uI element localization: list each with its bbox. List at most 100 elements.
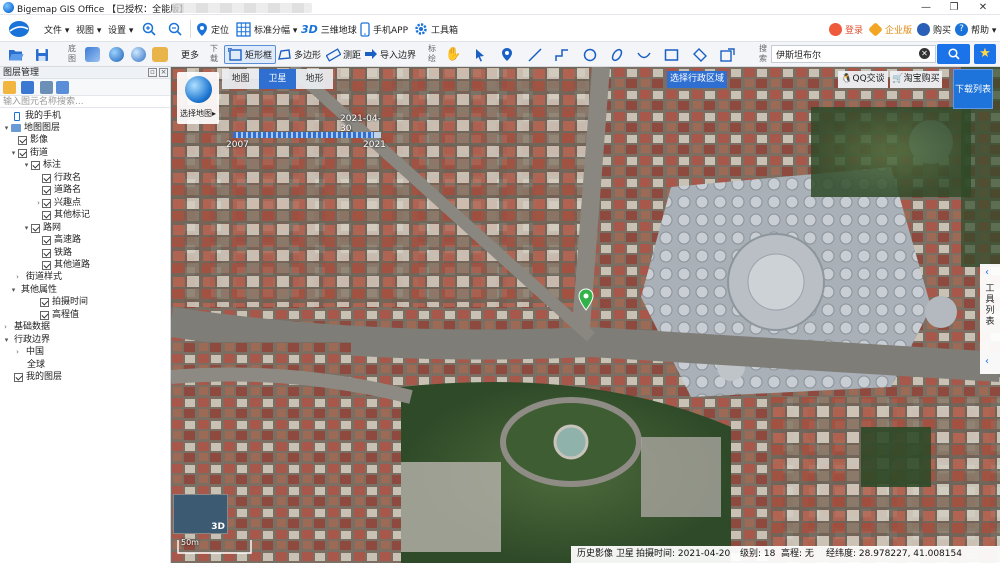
tree-item-street[interactable]: ▾ 街道 [9, 147, 179, 159]
tree-item-my-layers[interactable]: 我的图层 [14, 371, 184, 383]
pointer-tool[interactable] [474, 45, 486, 64]
clear-search-icon[interactable]: ✕ [919, 48, 930, 59]
select-region-button[interactable]: 选择行政区域 [667, 71, 727, 88]
chevron-left-icon[interactable]: ‹ [985, 267, 989, 278]
menu-settings[interactable]: 设置 ▾ [108, 19, 133, 39]
tree-item-other-attributes[interactable]: ▾ 其他属性 [9, 284, 179, 296]
tab-map[interactable]: 地图 [222, 69, 259, 89]
search-button[interactable] [937, 44, 970, 64]
checkbox-street[interactable] [18, 148, 27, 158]
menu-view[interactable]: 视图 ▾ [76, 19, 101, 39]
help-button[interactable]: ? 帮助 ▾ [955, 19, 996, 39]
expand-arrow-icon[interactable]: ▾ [22, 159, 31, 171]
edit-tool[interactable] [720, 45, 735, 64]
zoom-out-button[interactable] [168, 19, 182, 39]
basemap-tool-4[interactable] [152, 45, 168, 64]
standard-sheet-button[interactable]: 标准分幅 ▾ [236, 19, 297, 39]
login-button[interactable]: 登录 [829, 19, 863, 39]
expand-arrow-icon[interactable]: ▾ [9, 147, 18, 159]
download-list-button[interactable]: 下载列表 [953, 69, 993, 109]
tree-item-annotation[interactable]: ▾ 标注 [22, 159, 192, 171]
checkbox-road-names[interactable] [42, 185, 51, 195]
home-logo-button[interactable] [8, 19, 30, 39]
tree-item-base-data[interactable]: › 基础数据 [2, 321, 172, 333]
tree-item-imagery[interactable]: 影像 [18, 134, 188, 146]
checkbox-road-network[interactable] [31, 223, 40, 233]
search-input[interactable]: 伊斯坦布尔 [771, 45, 936, 63]
checkbox-shot-time[interactable] [40, 297, 49, 307]
map-marker-pin-icon[interactable] [578, 288, 594, 315]
polyline-tool[interactable] [555, 45, 569, 64]
pan-hand-tool[interactable]: ✋ [445, 45, 461, 64]
checkbox-railway[interactable] [42, 248, 51, 258]
minimize-button[interactable]: — [911, 0, 941, 15]
tree-item-map-layers[interactable]: ▾ 地图图层 [2, 122, 172, 134]
open-folder-button[interactable] [8, 45, 24, 64]
zoom-in-button[interactable] [142, 19, 156, 39]
checkbox-annotation[interactable] [31, 160, 40, 170]
basemap-tool-1[interactable] [85, 45, 100, 64]
more-button[interactable]: 更多 [181, 45, 199, 64]
circle-tool[interactable] [583, 45, 597, 64]
tree-item-road-network[interactable]: ▾ 路网 [22, 222, 192, 234]
polygon-button[interactable]: 多边形 [277, 45, 321, 64]
toolbox-button[interactable]: 工具箱 [414, 19, 458, 39]
checkbox-my-layers[interactable] [14, 372, 23, 382]
checkbox-admin-names[interactable] [42, 173, 51, 183]
enterprise-button[interactable]: 企业版 [868, 19, 912, 39]
mini-globe-3d[interactable]: 3D [173, 494, 228, 534]
collapse-arrow-icon[interactable]: › [14, 346, 21, 358]
collapse-arrow-icon[interactable]: › [35, 197, 42, 209]
menu-file[interactable]: 文件 ▾ [44, 19, 69, 39]
buy-button[interactable]: 购买 [917, 19, 951, 39]
tool-list-panel[interactable]: ‹ 工具列表 ‹ [980, 264, 1000, 374]
favorite-star-icon[interactable]: ★ [974, 44, 996, 64]
panel-restore-icon[interactable]: ▫ [148, 68, 157, 77]
close-button[interactable]: ✕ [968, 0, 998, 15]
marker-tool[interactable] [501, 45, 513, 64]
import-border-button[interactable]: 导入边界 [364, 45, 416, 64]
expand-arrow-icon[interactable]: ▾ [9, 284, 18, 296]
label-tool[interactable] [693, 45, 708, 64]
panel-close-icon[interactable]: × [159, 68, 168, 77]
tree-item-street-style[interactable]: › 街道样式 [14, 271, 184, 283]
qq-chat-button[interactable]: 🐧QQ交谈 [838, 71, 888, 88]
line-tool[interactable] [528, 45, 542, 64]
globe-3d-button[interactable]: 3D 三维地球 [301, 19, 357, 39]
tree-item-my-phone[interactable]: 我的手机 [14, 110, 184, 122]
expand-arrow-icon[interactable]: ▾ [22, 222, 31, 234]
chevron-left-icon-2[interactable]: ‹ [985, 356, 989, 367]
layer-search-icon[interactable] [56, 81, 69, 94]
ellipse-tool[interactable] [610, 45, 624, 64]
save-button[interactable] [35, 45, 49, 64]
measure-button[interactable]: 测距 [326, 45, 361, 64]
checkbox-other-roads[interactable] [42, 260, 51, 270]
basemap-tool-3[interactable] [131, 45, 146, 64]
checkbox-poi[interactable] [42, 198, 51, 208]
checkbox-highway[interactable] [42, 235, 51, 245]
arc-tool[interactable] [637, 45, 651, 64]
tree-item-china[interactable]: › 中国 [14, 346, 184, 358]
checkbox-other-marks[interactable] [42, 210, 51, 220]
layer-settings-icon[interactable] [40, 81, 53, 94]
taobao-buy-button[interactable]: 🛒淘宝购买 [890, 71, 942, 88]
history-timeline[interactable]: 2021-04-30 2007 2021 [226, 114, 386, 154]
save-layer-icon[interactable] [21, 81, 34, 94]
checkbox-imagery[interactable] [18, 135, 27, 145]
collapse-arrow-icon[interactable]: › [14, 271, 21, 283]
expand-arrow-icon[interactable]: ▾ [2, 334, 11, 346]
basemap-tool-2[interactable] [109, 45, 124, 64]
add-folder-icon[interactable] [3, 81, 16, 94]
restore-button[interactable]: ❐ [939, 0, 969, 15]
expand-arrow-icon[interactable]: ▾ [2, 122, 11, 134]
collapse-arrow-icon[interactable]: › [2, 321, 9, 333]
rect-box-button[interactable]: 矩形框 [224, 45, 277, 64]
mobile-app-button[interactable]: 手机APP [360, 19, 408, 39]
select-map-button[interactable]: 选择地图▸ [177, 72, 219, 124]
locate-button[interactable]: 定位 [196, 19, 229, 39]
tab-satellite[interactable]: 卫星 [259, 69, 296, 89]
layer-search-input[interactable]: 输入图元名称搜索... [0, 96, 170, 108]
tab-terrain[interactable]: 地形 [296, 69, 333, 89]
rectangle-tool[interactable] [664, 45, 679, 64]
checkbox-elevation[interactable] [40, 310, 49, 320]
